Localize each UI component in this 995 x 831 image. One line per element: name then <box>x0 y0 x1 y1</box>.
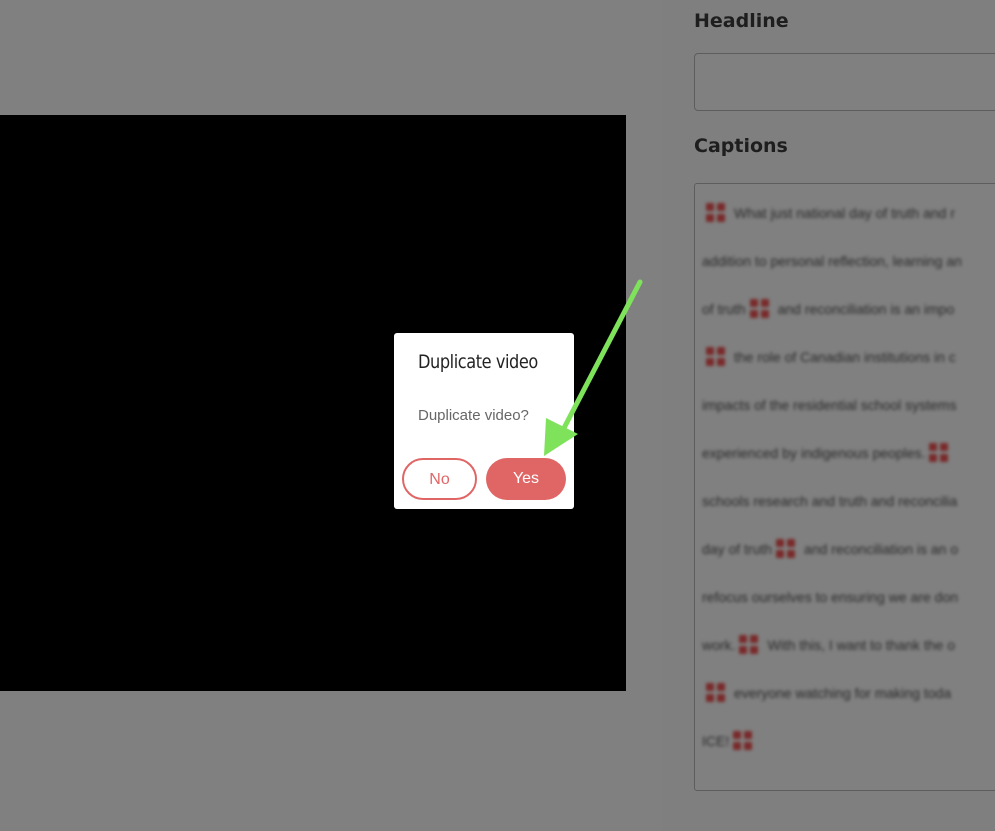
drag-handle-icon[interactable] <box>706 683 726 703</box>
drag-handle-icon[interactable] <box>706 203 726 223</box>
dialog-message: Duplicate video? <box>418 407 529 424</box>
drag-handle-icon[interactable] <box>929 443 949 463</box>
drag-handle-icon[interactable] <box>739 635 759 655</box>
drag-handle-icon[interactable] <box>776 539 796 559</box>
headline-input[interactable] <box>694 53 995 111</box>
no-button[interactable]: No <box>402 458 477 500</box>
caption-line: everyone watching for making toda <box>702 676 995 724</box>
drag-handle-icon[interactable] <box>706 347 726 367</box>
caption-line: ICE! <box>702 724 995 772</box>
captions-label: Captions <box>694 135 788 157</box>
captions-content: What just national day of truth and r ad… <box>702 196 995 772</box>
drag-handle-icon[interactable] <box>749 299 770 319</box>
caption-text: the role of Canadian institutions in c <box>734 349 956 365</box>
caption-text: everyone watching for making toda <box>734 685 952 701</box>
details-panel: Headline Captions What just national day… <box>662 0 995 831</box>
caption-text: work. <box>702 637 736 653</box>
caption-text: of truth <box>702 301 746 317</box>
caption-text: experienced by indigenous peoples. <box>702 445 926 461</box>
drag-handle-icon[interactable] <box>733 731 753 751</box>
caption-line: experienced by indigenous peoples. <box>702 436 995 484</box>
caption-line: impacts of the residential school system… <box>702 388 995 436</box>
dialog-title: Duplicate video <box>418 351 538 373</box>
caption-text: impacts of the residential school system… <box>702 397 957 413</box>
caption-text: and reconciliation is an o <box>804 541 959 557</box>
annotation-arrow-icon <box>544 279 643 456</box>
caption-line: schools research and truth and reconcili… <box>702 484 995 532</box>
caption-text: refocus ourselves to ensuring we are don <box>702 589 959 605</box>
caption-text: and reconciliation is an impo <box>777 301 955 317</box>
caption-line: day of truth and reconciliation is an o <box>702 532 995 580</box>
caption-line: addition to personal reflection, learnin… <box>702 244 995 292</box>
captions-textarea[interactable]: What just national day of truth and r ad… <box>694 183 995 791</box>
headline-label: Headline <box>694 10 789 32</box>
caption-line: the role of Canadian institutions in c <box>702 340 995 388</box>
caption-text: schools research and truth and reconcili… <box>702 493 958 509</box>
caption-text: What just national day of truth and r <box>734 205 956 221</box>
caption-line: refocus ourselves to ensuring we are don <box>702 580 995 628</box>
caption-line: work. With this, I want to thank the o <box>702 628 995 676</box>
caption-line: of truth and reconciliation is an impo <box>702 292 995 340</box>
caption-text: With this, I want to thank the o <box>767 637 955 653</box>
caption-text: ICE! <box>702 733 730 749</box>
caption-text: addition to personal reflection, learnin… <box>702 253 962 269</box>
caption-line: What just national day of truth and r <box>702 196 995 244</box>
caption-text: day of truth <box>702 541 773 557</box>
